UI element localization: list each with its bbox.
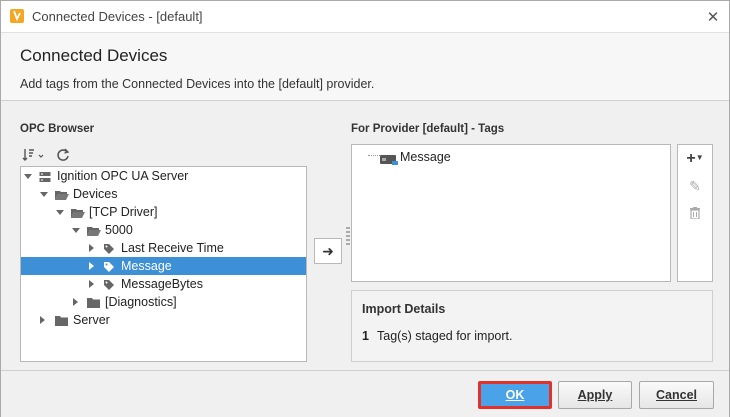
- tree-item-label: Last Receive Time: [121, 241, 224, 255]
- opc-browser-label: OPC Browser: [20, 123, 95, 135]
- tree-item-5000[interactable]: 5000: [21, 221, 306, 239]
- chevron-right-icon[interactable]: [40, 316, 45, 324]
- import-status-text: Tag(s) staged for import.: [377, 329, 513, 343]
- chevron-down-icon[interactable]: [56, 210, 64, 215]
- ok-button[interactable]: OK: [478, 381, 552, 409]
- title-bar: Connected Devices - [default] ✕: [1, 1, 729, 33]
- add-to-provider-button[interactable]: ➜: [314, 238, 342, 264]
- tree-item-label: MessageBytes: [121, 277, 203, 291]
- split-pane-grip[interactable]: [346, 227, 350, 247]
- chevron-right-icon[interactable]: [89, 244, 94, 252]
- tree-item-server[interactable]: Server: [21, 311, 306, 329]
- tree-item-message[interactable]: Message: [21, 257, 306, 275]
- opc-tag-icon: [380, 152, 398, 170]
- sort-icon[interactable]: [22, 148, 46, 165]
- provider-tags-toolbar: +▼ ✎: [677, 144, 713, 282]
- import-count: 1: [362, 329, 369, 343]
- add-tag-button[interactable]: +▼: [678, 150, 712, 168]
- import-details-panel: Import Details 1 Tag(s) staged for impor…: [351, 290, 713, 362]
- tree-item-label: [Diagnostics]: [105, 295, 177, 309]
- tree-item-label: Devices: [73, 187, 118, 201]
- tree-item-tcp-driver[interactable]: [TCP Driver]: [21, 203, 306, 221]
- tree-item-label: Message: [121, 259, 172, 273]
- dialog-header: Connected Devices Add tags from the Conn…: [1, 33, 729, 101]
- tree-item-ignition-opc-ua-server[interactable]: Ignition OPC UA Server: [21, 167, 306, 185]
- close-icon[interactable]: ✕: [703, 7, 723, 27]
- tree-item-messagebytes[interactable]: MessageBytes: [21, 275, 306, 293]
- plus-icon: +: [686, 150, 696, 167]
- chevron-down-icon[interactable]: [72, 228, 80, 233]
- pencil-icon: ✎: [689, 178, 701, 194]
- tree-item-label: [TCP Driver]: [89, 205, 158, 219]
- header-title: Connected Devices: [20, 46, 168, 65]
- chevron-down-icon[interactable]: [24, 174, 32, 179]
- provider-tags-panel[interactable]: Message: [351, 144, 671, 282]
- delete-tag-button[interactable]: [678, 206, 712, 222]
- chevron-down-icon[interactable]: [40, 192, 48, 197]
- edit-tag-button[interactable]: ✎: [678, 178, 712, 195]
- tree-item-diagnostics[interactable]: [Diagnostics]: [21, 293, 306, 311]
- opc-browser-tree[interactable]: Ignition OPC UA Server Devices [TCP Driv…: [20, 166, 307, 362]
- window-title: Connected Devices - [default]: [32, 9, 203, 24]
- chevron-down-icon: ▼: [695, 153, 704, 162]
- import-details-title: Import Details: [362, 302, 446, 316]
- provider-tag-label: Message: [400, 150, 451, 164]
- provider-tags-label: For Provider [default] - Tags: [351, 123, 505, 135]
- tree-item-devices[interactable]: Devices: [21, 185, 306, 203]
- ignition-app-icon: [10, 9, 24, 23]
- header-description: Add tags from the Connected Devices into…: [20, 77, 375, 91]
- chevron-right-icon[interactable]: [89, 280, 94, 288]
- trash-icon: [690, 206, 700, 222]
- dialog-window: Connected Devices - [default] ✕ Connecte…: [0, 0, 730, 417]
- chevron-right-icon[interactable]: [89, 262, 94, 270]
- tree-item-label: Server: [73, 313, 110, 327]
- arrow-right-icon: ➜: [322, 242, 334, 259]
- tree-item-label: Ignition OPC UA Server: [57, 169, 189, 183]
- apply-button[interactable]: Apply: [558, 381, 632, 409]
- tree-item-last-receive-time[interactable]: Last Receive Time: [21, 239, 306, 257]
- refresh-icon[interactable]: [56, 148, 70, 165]
- folder-icon: [55, 314, 69, 332]
- dialog-footer: OK Apply Cancel: [1, 370, 729, 417]
- cancel-button[interactable]: Cancel: [639, 381, 714, 409]
- tree-item-label: 5000: [105, 223, 133, 237]
- chevron-right-icon[interactable]: [73, 298, 78, 306]
